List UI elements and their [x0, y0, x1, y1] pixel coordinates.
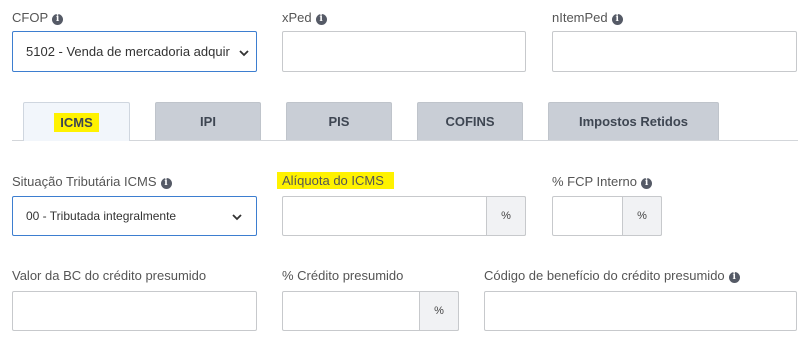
credito-presumido-label: % Crédito presumido — [282, 268, 404, 283]
fcp-interno-label: % FCP Interno i — [552, 174, 653, 190]
aliquota-icms-input[interactable]: % — [282, 196, 526, 236]
nitemped-input[interactable] — [552, 31, 797, 72]
valor-bc-credito-input[interactable] — [12, 291, 257, 331]
situacao-tributaria-select[interactable]: 00 - Tributada integralmente — [12, 196, 257, 236]
tab-pis-label: PIS — [328, 114, 350, 129]
xped-label: xPed i — [282, 10, 327, 26]
info-icon[interactable]: i — [160, 178, 172, 189]
tab-impostos-retidos-label: Impostos Retidos — [578, 114, 689, 129]
cfop-label: CFOP i — [12, 10, 64, 26]
tab-cofins-label: COFINS — [445, 114, 495, 129]
percent-addon: % — [622, 196, 662, 236]
cfop-select[interactable]: 5102 - Venda de mercadoria adquir — [12, 31, 257, 72]
tab-ipi[interactable]: IPI — [155, 102, 261, 140]
chevron-down-icon — [232, 214, 242, 221]
info-icon[interactable]: i — [641, 178, 653, 189]
tab-cofins[interactable]: COFINS — [417, 102, 523, 140]
chevron-down-icon — [239, 50, 249, 57]
situacao-tributaria-label: Situação Tributária ICMS i — [12, 174, 172, 190]
cfop-select-value: 5102 - Venda de mercadoria adquir — [26, 44, 230, 59]
fcp-interno-input[interactable]: % — [552, 196, 662, 236]
codigo-beneficio-label: Código de benefício do crédito presumido… — [484, 268, 740, 284]
percent-addon: % — [419, 291, 459, 331]
situacao-tributaria-value: 00 - Tributada integralmente — [26, 209, 177, 223]
info-icon[interactable]: i — [611, 14, 623, 25]
credito-presumido-input[interactable]: % — [282, 291, 459, 331]
tab-impostos-retidos[interactable]: Impostos Retidos — [548, 102, 719, 140]
percent-addon: % — [486, 196, 526, 236]
info-icon[interactable]: i — [52, 14, 64, 25]
xped-input[interactable] — [282, 31, 526, 72]
valor-bc-credito-label: Valor da BC do crédito presumido — [12, 268, 207, 283]
aliquota-icms-label: Alíquota do ICMS — [277, 172, 394, 189]
tab-icms[interactable]: ICMS — [23, 102, 130, 141]
codigo-beneficio-input[interactable] — [484, 291, 797, 331]
tab-pis[interactable]: PIS — [286, 102, 392, 140]
info-icon[interactable]: i — [315, 14, 327, 25]
info-icon[interactable]: i — [728, 272, 740, 283]
nitemped-label: nItemPed i — [552, 10, 623, 26]
tab-ipi-label: IPI — [200, 114, 216, 129]
tab-icms-label: ICMS — [54, 112, 99, 132]
